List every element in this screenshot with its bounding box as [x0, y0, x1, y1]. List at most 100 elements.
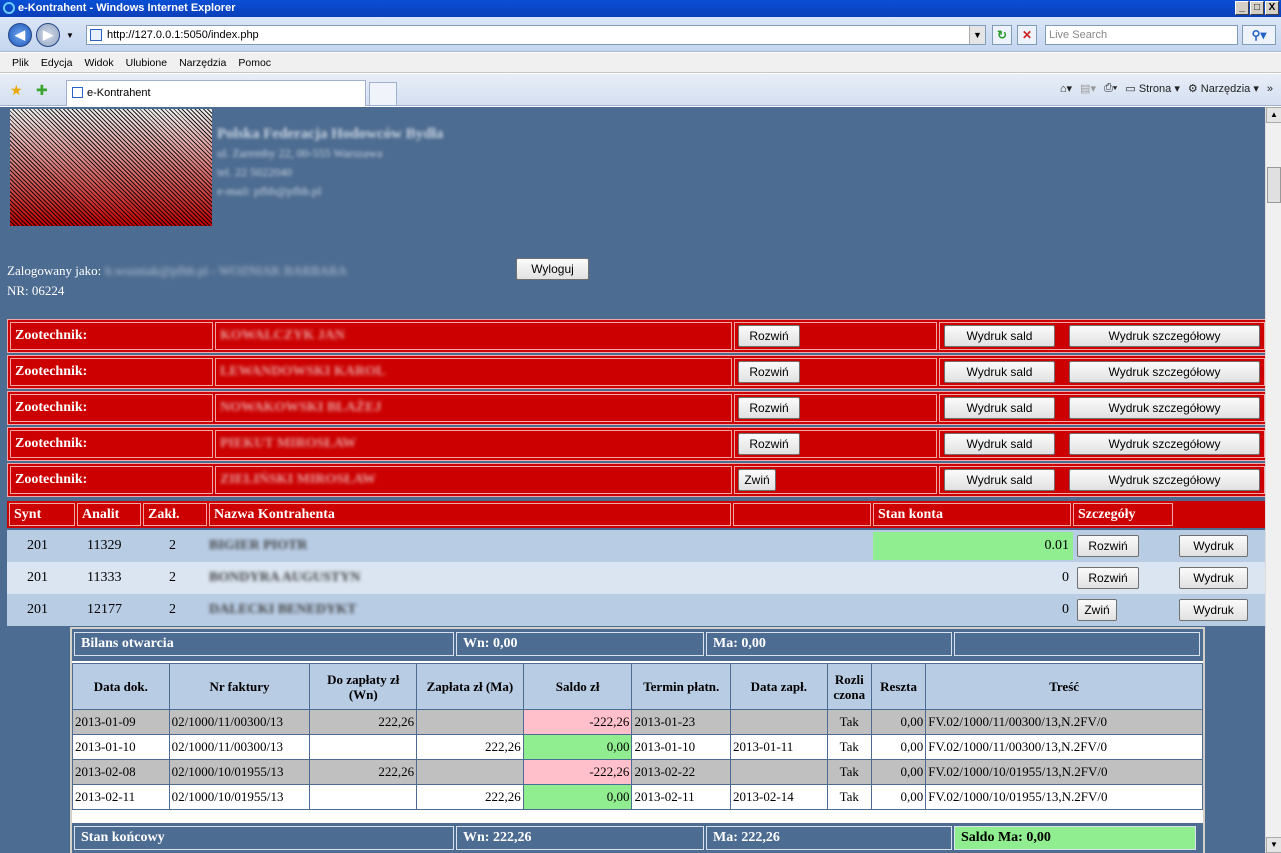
- contractor-synt: 201: [27, 602, 48, 617]
- closing-balance-row: Stan końcowy Wn: 222,26 Ma: 222,26 Saldo…: [72, 823, 1203, 853]
- print-saldo-button[interactable]: Wydruk sald: [944, 325, 1055, 347]
- menu-view[interactable]: Widok: [78, 53, 119, 72]
- organization-info: Polska Federacja Hodowców Bydła ul. Zare…: [217, 125, 443, 201]
- print-detail-button[interactable]: Wydruk szczegółowy: [1069, 397, 1260, 419]
- favorites-star-icon[interactable]: ★: [10, 82, 23, 99]
- print-detail-button[interactable]: Wydruk szczegółowy: [1069, 361, 1260, 383]
- detail-col-header: Zapłata zł (Ma): [416, 663, 524, 710]
- refresh-icon[interactable]: ↻: [992, 25, 1012, 45]
- detail-cell: 222,26: [309, 709, 418, 735]
- zootechnik-row: Zootechnik: PIEKUT MIROSŁAW Rozwiń Wydruk s…: [7, 427, 1265, 461]
- detail-cell: 0,00: [870, 784, 927, 810]
- search-input[interactable]: Live Search: [1045, 25, 1238, 45]
- col-details: Szczegóły: [1073, 503, 1173, 526]
- stop-icon[interactable]: ✕: [1017, 25, 1037, 45]
- scroll-up-arrow-icon[interactable]: ▲: [1266, 107, 1281, 123]
- opening-wn: Wn: 0,00: [456, 632, 704, 656]
- detail-cell: 0,00: [522, 734, 633, 760]
- minimize-button[interactable]: _: [1235, 1, 1249, 15]
- details-panel: Bilans otwarcia Wn: 0,00 Ma: 0,00 Data d…: [70, 627, 1205, 853]
- zootechnik-name-text: PIEKUT MIROSŁAW: [220, 436, 357, 451]
- detail-cell: 02/1000/10/01955/13: [168, 784, 311, 810]
- address-input[interactable]: http://127.0.0.1:5050/index.php ▼: [86, 25, 986, 45]
- expand-button[interactable]: Rozwiń: [738, 433, 800, 455]
- feeds-icon[interactable]: ▤▾: [1080, 82, 1096, 95]
- org-email: e-mail: pfhb@pfhb.pl: [217, 184, 322, 198]
- detail-cell: 2013-02-14: [730, 784, 828, 810]
- menu-help[interactable]: Pomoc: [232, 53, 277, 72]
- detail-col-header: Rozli czona: [826, 663, 872, 710]
- print-button[interactable]: Wydruk: [1179, 535, 1248, 557]
- print-detail-button[interactable]: Wydruk szczegółowy: [1069, 325, 1260, 347]
- vertical-scrollbar[interactable]: ▲ ▼: [1265, 107, 1281, 853]
- print-saldo-button[interactable]: Wydruk sald: [944, 469, 1055, 491]
- menu-file[interactable]: Plik: [6, 53, 35, 72]
- maximize-button[interactable]: □: [1250, 1, 1264, 15]
- zootechnik-name-text: LEWANDOWSKI KAROL: [220, 364, 386, 379]
- detail-cell: 0,00: [870, 759, 927, 785]
- zootechnik-label: Zootechnik:: [10, 394, 213, 422]
- print-detail-button[interactable]: Wydruk szczegółowy: [1069, 469, 1260, 491]
- back-arrow-icon[interactable]: ◀: [8, 23, 32, 47]
- scroll-thumb[interactable]: [1267, 167, 1281, 203]
- expand-button[interactable]: Rozwiń: [738, 361, 800, 383]
- detail-cell: 02/1000/11/00300/13: [168, 734, 311, 760]
- menu-edit[interactable]: Edycja: [35, 53, 79, 72]
- detail-cell: 2013-02-11: [72, 784, 170, 810]
- detail-cell: 02/1000/11/00300/13: [168, 709, 311, 735]
- detail-cell: 2013-01-10: [72, 734, 170, 760]
- menu-favorites[interactable]: Ulubione: [120, 53, 173, 72]
- address-dropdown-icon[interactable]: ▼: [969, 26, 985, 44]
- contractor-row: 201 11329 2 BIGIER PIOTR 0.01 Rozwiń Wydruk: [7, 530, 1265, 562]
- print-detail-button[interactable]: Wydruk szczegółowy: [1069, 433, 1260, 455]
- tab-e-kontrahent[interactable]: e-Kontrahent: [66, 80, 366, 106]
- page-menu[interactable]: ▭ Strona ▾: [1125, 82, 1179, 95]
- collapse-button[interactable]: Zwiń: [738, 469, 776, 491]
- detail-row: 2013-01-09 02/1000/11/00300/13 222,26 -222,…: [72, 709, 1203, 735]
- col-stan: Stan konta: [873, 503, 1071, 526]
- tools-menu-label: Narzędzia: [1200, 83, 1251, 95]
- detail-cell: [416, 709, 524, 735]
- detail-cell: [309, 784, 418, 810]
- search-icon[interactable]: ⚲▾: [1242, 25, 1276, 45]
- expand-button[interactable]: Rozwiń: [1077, 535, 1139, 557]
- forward-arrow-icon[interactable]: ▶: [36, 23, 60, 47]
- detail-cell: FV.02/1000/10/01955/13,N.2FV/0: [925, 759, 1203, 785]
- detail-cell: [416, 759, 524, 785]
- print-saldo-button[interactable]: Wydruk sald: [944, 397, 1055, 419]
- print-saldo-button[interactable]: Wydruk sald: [944, 361, 1055, 383]
- detail-col-header: Data zapł.: [730, 663, 828, 710]
- menu-tools[interactable]: Narzędzia: [173, 53, 232, 72]
- account-number: NR: 06224: [7, 283, 65, 298]
- detail-col-header: Saldo zł: [522, 663, 633, 710]
- zootechnik-name: ZIELIŃSKI MIROSŁAW: [215, 466, 732, 494]
- col-name: Nazwa Kontrahenta: [209, 503, 731, 526]
- print-icon[interactable]: ⎙▾: [1104, 82, 1117, 95]
- contractor-synt: 201: [27, 570, 48, 585]
- contractor-analit: 11333: [87, 570, 122, 585]
- collapse-button[interactable]: Zwiń: [1077, 599, 1117, 621]
- col-zakl: Zakł.: [143, 503, 207, 526]
- print-button[interactable]: Wydruk: [1179, 567, 1248, 589]
- tools-menu[interactable]: ⚙ Narzędzia ▾: [1188, 82, 1259, 95]
- expand-button[interactable]: Rozwiń: [738, 397, 800, 419]
- add-favorite-icon[interactable]: ✚: [36, 82, 48, 99]
- contractor-balance: 0: [1062, 570, 1069, 585]
- history-dropdown-icon[interactable]: ▼: [66, 31, 74, 40]
- logout-button[interactable]: Wyloguj: [516, 258, 589, 280]
- zootechnik-name-text: NOWAKOWSKI BLAŻEJ: [220, 400, 382, 415]
- print-saldo-button[interactable]: Wydruk sald: [944, 433, 1055, 455]
- close-window-button[interactable]: X: [1265, 1, 1279, 15]
- home-icon[interactable]: ⌂▾: [1060, 82, 1072, 95]
- detail-cell: FV.02/1000/10/01955/13,N.2FV/0: [925, 784, 1203, 810]
- scroll-down-arrow-icon[interactable]: ▼: [1266, 837, 1281, 853]
- more-icon[interactable]: »: [1267, 83, 1273, 95]
- zootechnik-name: NOWAKOWSKI BLAŻEJ: [215, 394, 732, 422]
- ie-logo-icon: [3, 2, 15, 14]
- expand-button[interactable]: Rozwiń: [738, 325, 800, 347]
- new-tab-button[interactable]: [369, 82, 397, 106]
- expand-button[interactable]: Rozwiń: [1077, 567, 1139, 589]
- page-menu-label: Strona: [1138, 83, 1172, 95]
- print-button[interactable]: Wydruk: [1179, 599, 1248, 621]
- opening-saldo: [954, 632, 1200, 656]
